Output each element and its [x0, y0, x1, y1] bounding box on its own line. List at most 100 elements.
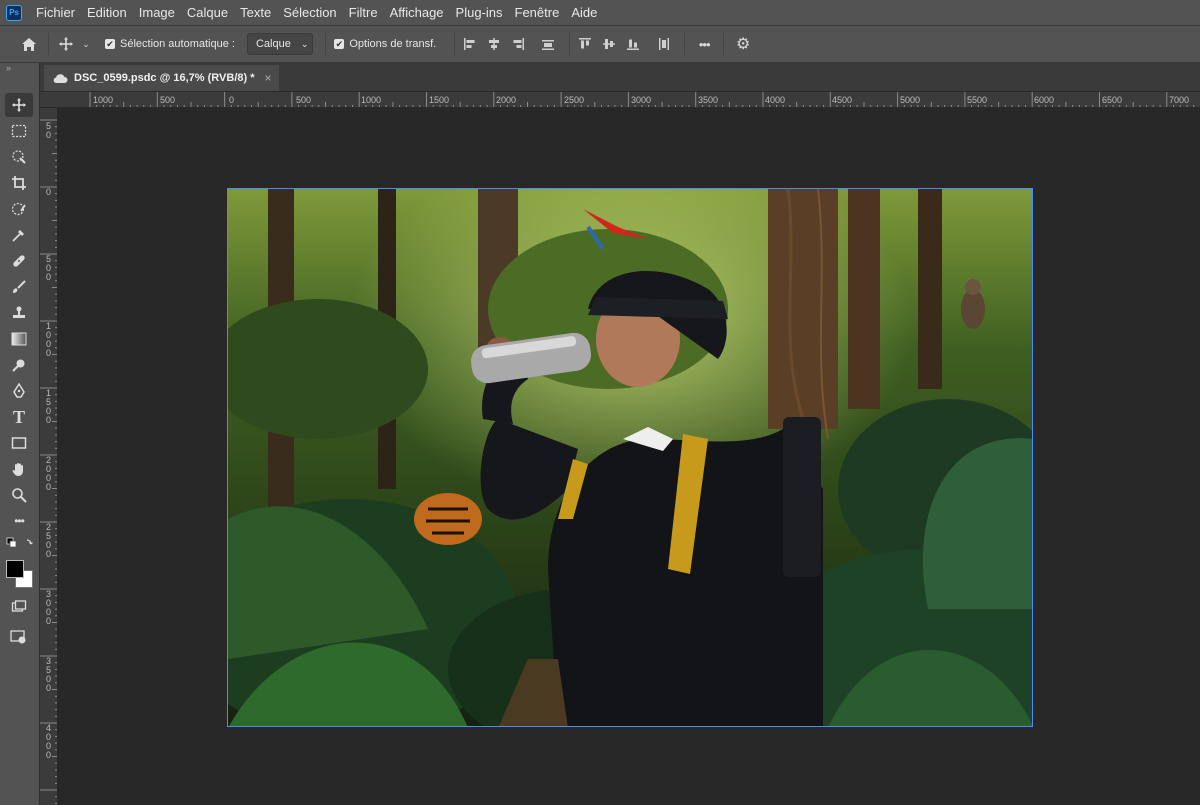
- align-vertical-group: [578, 37, 670, 51]
- chevron-down-icon[interactable]: ⌄: [79, 39, 93, 50]
- menu-plugins[interactable]: Plug-ins: [450, 0, 509, 25]
- menu-edition[interactable]: Edition: [81, 0, 133, 25]
- document-image[interactable]: [227, 188, 1033, 727]
- ruler-label: 2 0 0 0: [46, 455, 52, 492]
- menu-calque[interactable]: Calque: [181, 0, 234, 25]
- screen-mode-icon[interactable]: [5, 625, 33, 649]
- ruler-ticks: [89, 92, 1195, 107]
- separator: [454, 33, 456, 55]
- ruler-label: 4 0 0 0: [46, 723, 52, 760]
- ruler-label: 3500: [698, 95, 719, 105]
- gear-icon[interactable]: ⚙: [732, 34, 754, 54]
- default-colors-icon[interactable]: [0, 535, 40, 551]
- menu-selection[interactable]: Sélection: [277, 0, 342, 25]
- separator: [569, 33, 571, 55]
- ruler-label: 5500: [967, 95, 988, 105]
- clone-stamp-tool-icon[interactable]: [5, 301, 33, 325]
- home-icon[interactable]: [18, 37, 40, 52]
- align-bottom-icon[interactable]: [626, 37, 640, 51]
- menu-fichier[interactable]: Fichier: [30, 0, 81, 25]
- menu-fenetre[interactable]: Fenêtre: [509, 0, 566, 25]
- ruler-label: 500: [296, 95, 312, 105]
- ruler-label: 4000: [765, 95, 786, 105]
- ruler-label: 1 5 0 0: [46, 388, 52, 425]
- rectangle-tool-icon[interactable]: [5, 431, 33, 455]
- menu-bar: Ps Fichier Edition Image Calque Texte Sé…: [0, 0, 1200, 25]
- menu-filtre[interactable]: Filtre: [343, 0, 384, 25]
- ruler-label: 1000: [93, 95, 114, 105]
- frame-tool-icon[interactable]: [5, 197, 33, 221]
- ruler-label: 1000: [361, 95, 382, 105]
- separator: [723, 33, 725, 55]
- options-bar: ⌄ ✔ Sélection automatique : Calque ⌄ ✔ O…: [0, 25, 1200, 63]
- menu-aide[interactable]: Aide: [565, 0, 603, 25]
- transform-options-checkbox[interactable]: ✔ Options de transf.: [334, 38, 436, 50]
- brush-tool-icon[interactable]: [5, 275, 33, 299]
- horizontal-ruler: 1000 500 0 500 1000 1500 2000 2500 3000 …: [40, 92, 1200, 108]
- align-vertical-center-icon[interactable]: [602, 37, 616, 51]
- ruler-label: 5 0 0: [46, 254, 52, 282]
- align-top-icon[interactable]: [578, 37, 592, 51]
- ruler-label: 6000: [1034, 95, 1055, 105]
- auto-select-value: Calque: [255, 38, 291, 50]
- menu-image[interactable]: Image: [133, 0, 181, 25]
- menu-affichage[interactable]: Affichage: [384, 0, 450, 25]
- distribute-vertical-icon[interactable]: [656, 37, 670, 51]
- marquee-tool-icon[interactable]: [5, 119, 33, 143]
- color-swatches[interactable]: [6, 560, 33, 588]
- ruler-label: 3 5 0 0: [46, 656, 52, 693]
- separator: [48, 33, 49, 55]
- zoom-tool-icon[interactable]: [5, 483, 33, 507]
- foreground-color-swatch[interactable]: [6, 560, 24, 578]
- align-left-icon[interactable]: [463, 37, 477, 51]
- quick-selection-tool-icon[interactable]: [5, 145, 33, 169]
- ruler-label: 3 0 0 0: [46, 589, 52, 626]
- more-options-icon[interactable]: •••: [693, 37, 715, 52]
- type-tool-icon[interactable]: T: [5, 405, 33, 429]
- document-title: DSC_0599.psdc @ 16,7% (RVB/8) *: [74, 72, 255, 84]
- distribute-horizontal-icon[interactable]: [541, 37, 555, 51]
- auto-select-label: Sélection automatique :: [120, 38, 235, 50]
- ruler-label: 2500: [564, 95, 585, 105]
- ruler-label: 0: [46, 187, 52, 197]
- document-tab-bar: DSC_0599.psdc @ 16,7% (RVB/8) * ×: [40, 63, 1200, 92]
- transform-options-label: Options de transf.: [349, 38, 437, 50]
- checkbox-checked-icon[interactable]: ✔: [105, 39, 115, 49]
- quick-mask-icon[interactable]: [5, 595, 33, 619]
- hand-tool-icon[interactable]: [5, 457, 33, 481]
- align-right-icon[interactable]: [511, 37, 525, 51]
- photoshop-logo-icon[interactable]: Ps: [6, 4, 22, 21]
- align-buttons-group: [463, 37, 555, 51]
- menu-texte[interactable]: Texte: [234, 0, 277, 25]
- ruler-label: 6500: [1102, 95, 1123, 105]
- dodge-tool-icon[interactable]: [5, 353, 33, 377]
- checkbox-checked-icon[interactable]: ✔: [334, 39, 345, 49]
- close-icon[interactable]: ×: [265, 71, 272, 85]
- ruler-label: 4500: [832, 95, 853, 105]
- cloud-icon: [53, 73, 68, 83]
- ruler-label: 7000: [1169, 95, 1190, 105]
- ruler-label: 1 0 0 0: [46, 321, 52, 358]
- ruler-label: 5000: [900, 95, 921, 105]
- ruler-label: 3000: [631, 95, 652, 105]
- auto-select-checkbox[interactable]: ✔ Sélection automatique :: [105, 38, 235, 50]
- chevron-down-icon: ⌄: [300, 38, 309, 49]
- more-tools-icon[interactable]: •••: [5, 509, 33, 533]
- auto-select-dropdown[interactable]: Calque ⌄: [246, 33, 314, 55]
- align-horizontal-center-icon[interactable]: [487, 37, 501, 51]
- ruler-label: 0: [229, 95, 235, 105]
- gradient-tool-icon[interactable]: [5, 327, 33, 351]
- healing-brush-tool-icon[interactable]: [5, 249, 33, 273]
- panel-collapse-icon[interactable]: »: [6, 63, 11, 73]
- move-tool-icon[interactable]: [57, 36, 75, 52]
- eyedropper-tool-icon[interactable]: [5, 223, 33, 247]
- ruler-label: 2000: [496, 95, 517, 105]
- crop-tool-icon[interactable]: [5, 171, 33, 195]
- document-tab[interactable]: DSC_0599.psdc @ 16,7% (RVB/8) * ×: [44, 65, 279, 91]
- separator: [325, 33, 327, 55]
- vertical-ruler: 5 0 0 5 0 0 1 0 0 0 1 5 0 0 2 0 0 0 2 5 …: [40, 108, 58, 805]
- ruler-label: 500: [160, 95, 176, 105]
- move-tool-icon[interactable]: [5, 93, 33, 117]
- tools-panel: » T •••: [0, 63, 40, 805]
- pen-tool-icon[interactable]: [5, 379, 33, 403]
